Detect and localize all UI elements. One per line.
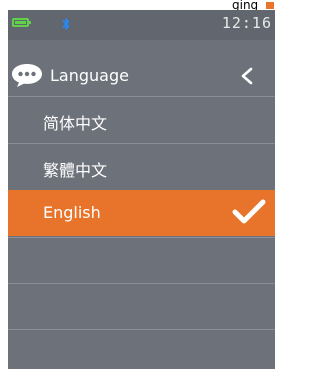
page-title: Language	[50, 66, 129, 85]
language-option-traditional-chinese[interactable]: 繁體中文	[8, 144, 275, 190]
status-bar: 12:16	[8, 10, 275, 40]
speech-bubble-icon	[12, 64, 42, 87]
divider	[8, 329, 275, 330]
device-screen: 12:16 Language 简体中文 繁體中文 English	[8, 10, 275, 369]
battery-icon	[12, 18, 31, 27]
back-button[interactable]	[237, 65, 257, 87]
checkmark-icon	[232, 199, 266, 224]
language-option-label: 繁體中文	[43, 161, 108, 180]
bluetooth-icon	[62, 18, 70, 30]
status-time: 12:16	[221, 14, 272, 32]
top-cutoff-strip: ging	[0, 0, 278, 10]
divider	[8, 283, 275, 284]
language-option-simplified-chinese[interactable]: 简体中文	[8, 97, 275, 143]
language-option-label: 简体中文	[43, 114, 108, 133]
language-header: Language	[8, 62, 275, 92]
cutoff-text: ging	[232, 0, 259, 10]
language-option-english[interactable]: English	[8, 190, 275, 236]
cutoff-mark	[266, 2, 274, 9]
divider	[8, 237, 275, 238]
language-option-label: English	[43, 203, 101, 222]
